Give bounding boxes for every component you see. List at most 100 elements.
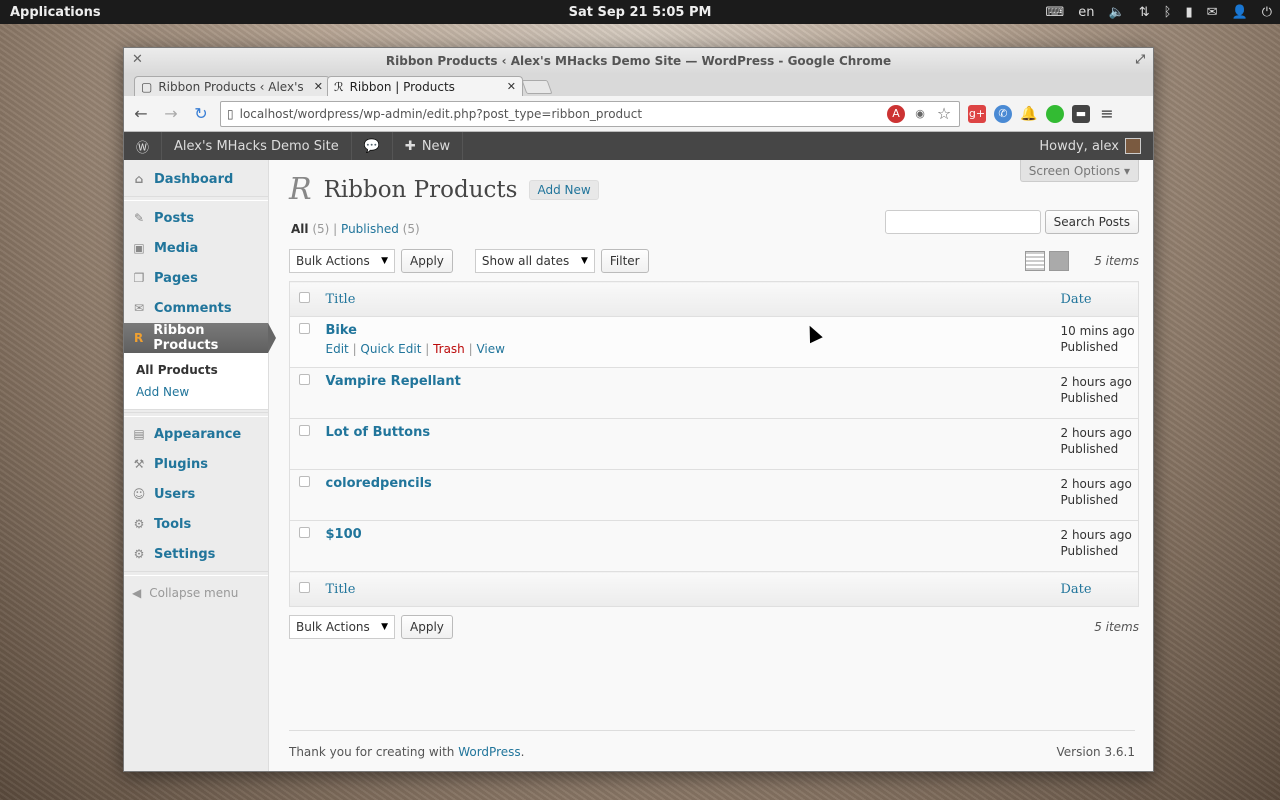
my-account-menu[interactable]: Howdy, alex <box>1039 132 1141 160</box>
incognito-icon[interactable]: ▬ <box>1072 104 1090 123</box>
add-new-button[interactable]: Add New <box>529 179 599 200</box>
submenu-add-new[interactable]: Add New <box>136 381 268 403</box>
menu-ribbon-products[interactable]: R Ribbon Products <box>124 323 276 353</box>
window-close-icon[interactable]: ✕ <box>132 52 143 67</box>
column-date[interactable]: Date <box>1060 571 1139 607</box>
address-bar[interactable]: ▯ localhost/wordpress/wp-admin/edit.php?… <box>220 100 960 127</box>
power-icon[interactable]: ⏻ <box>1262 5 1272 20</box>
volume-icon[interactable]: 🔈 <box>1109 5 1125 20</box>
date-filter-select[interactable]: Show all dates ▼ <box>474 249 595 273</box>
menu-users[interactable]: ☺ Users <box>124 479 268 509</box>
applications-menu[interactable]: Applications <box>0 5 260 20</box>
menu-media[interactable]: ▣ Media <box>124 233 268 263</box>
new-content-button[interactable]: ✚ New <box>393 132 464 160</box>
collapse-menu-button[interactable]: ◀ Collapse menu <box>124 578 268 608</box>
menu-appearance[interactable]: ▤ Appearance <box>124 419 268 449</box>
column-title[interactable]: Title <box>325 571 1061 607</box>
battery-icon[interactable]: ▮ <box>1185 5 1192 20</box>
post-date: 2 hours ago <box>1060 477 1132 491</box>
green-extension-icon[interactable] <box>1046 104 1064 123</box>
wordpress-link[interactable]: WordPress <box>458 745 520 759</box>
row-checkbox[interactable] <box>299 374 310 385</box>
post-title-link[interactable]: Vampire Repellant <box>326 374 1061 389</box>
excerpt-view-icon[interactable] <box>1049 251 1069 271</box>
bookmark-star-icon[interactable]: ☆ <box>935 104 953 123</box>
comments-bubble-icon[interactable]: 💬 <box>352 132 393 160</box>
row-checkbox[interactable] <box>299 476 310 487</box>
post-title-link[interactable]: Bike <box>326 323 1061 338</box>
bulk-actions-select[interactable]: Bulk Actions ▼ <box>289 249 395 273</box>
column-title[interactable]: Title <box>325 281 1061 317</box>
ribbon-products-submenu: All Products Add New <box>124 353 268 410</box>
menu-comments[interactable]: ✉ Comments <box>124 293 268 323</box>
keyboard-icon[interactable]: ⌨ <box>1046 5 1065 20</box>
post-title-link[interactable]: coloredpencils <box>326 476 1061 491</box>
filter-published[interactable]: Published <box>341 222 399 236</box>
search-input[interactable] <box>884 210 1041 234</box>
select-all-checkbox[interactable] <box>299 291 310 303</box>
apply-button[interactable]: Apply <box>401 615 453 639</box>
wordpress-logo-icon[interactable]: Ⓦ <box>124 132 163 160</box>
menu-label: Appearance <box>154 426 242 442</box>
apply-button[interactable]: Apply <box>401 249 453 273</box>
list-view-icon[interactable] <box>1025 251 1045 271</box>
language-indicator[interactable]: en <box>1078 5 1094 20</box>
menu-pages[interactable]: ❐ Pages <box>124 263 268 293</box>
broadcast-icon[interactable]: ◉ <box>911 105 929 123</box>
reload-icon[interactable]: ↻ <box>190 103 212 125</box>
tab-close-icon[interactable]: ✕ <box>314 80 323 93</box>
menu-posts[interactable]: ✎ Posts <box>124 203 268 233</box>
notification-bell-icon[interactable]: 🔔 <box>1020 105 1038 123</box>
tablenav-bottom: Bulk Actions ▼ Apply 5 items <box>289 615 1139 639</box>
column-date[interactable]: Date <box>1060 281 1139 317</box>
back-icon[interactable]: ← <box>130 103 152 125</box>
row-checkbox[interactable] <box>299 527 310 538</box>
menu-label: Comments <box>154 300 232 316</box>
submenu-all-products[interactable]: All Products <box>136 359 268 381</box>
bluetooth-icon[interactable]: ᛒ <box>1164 5 1172 20</box>
menu-plugins[interactable]: ⚒ Plugins <box>124 449 268 479</box>
title-cell: coloredpencils <box>325 469 1061 521</box>
select-all-checkbox[interactable] <box>299 581 310 593</box>
bulk-actions-select[interactable]: Bulk Actions ▼ <box>289 615 395 639</box>
window-maximize-icon[interactable]: ⤢ <box>1135 52 1145 67</box>
post-status: Published <box>1060 340 1119 354</box>
google-plus-icon[interactable]: g+ <box>968 104 986 123</box>
filter-published-count: (5) <box>402 222 420 236</box>
post-date: 2 hours ago <box>1060 375 1132 389</box>
row-actions: Edit | Quick Edit | Trash | View <box>325 342 505 356</box>
search-posts-button[interactable]: Search Posts <box>1044 210 1139 234</box>
view-link[interactable]: View <box>476 342 504 356</box>
tab-ribbon-products-store[interactable]: ℛ Ribbon | Products ✕ <box>327 76 523 96</box>
title-cell: Lot of Buttons <box>325 418 1061 470</box>
window-titlebar[interactable]: ✕ Ribbon Products ‹ Alex's MHacks Demo S… <box>124 48 1153 74</box>
filter-all[interactable]: All <box>291 222 309 236</box>
edit-link[interactable]: Edit <box>326 342 349 356</box>
window-title: Ribbon Products ‹ Alex's MHacks Demo Sit… <box>385 54 892 68</box>
adblock-icon[interactable]: A <box>887 104 905 123</box>
filter-button[interactable]: Filter <box>600 249 649 273</box>
tab-close-icon[interactable]: ✕ <box>507 80 516 93</box>
quick-edit-link[interactable]: Quick Edit <box>360 342 421 356</box>
screen-options-button[interactable]: Screen Options ▾ <box>1019 160 1139 182</box>
phone-icon[interactable]: ✆ <box>994 104 1012 123</box>
post-title-link[interactable]: Lot of Buttons <box>326 425 1061 440</box>
menu-tools[interactable]: ⚙ Tools <box>124 509 268 539</box>
menu-dashboard[interactable]: ⌂ Dashboard <box>124 164 268 194</box>
tab-ribbon-products[interactable]: ▢ Ribbon Products ‹ Alex's M ✕ <box>134 76 330 96</box>
row-checkbox[interactable] <box>299 425 310 436</box>
site-name-link[interactable]: Alex's MHacks Demo Site <box>162 132 352 160</box>
new-tab-button[interactable] <box>521 80 553 94</box>
search-box: Search Posts <box>884 210 1139 234</box>
post-title-link[interactable]: $100 <box>326 527 1061 542</box>
network-icon[interactable]: ⇅ <box>1139 5 1150 20</box>
forward-icon[interactable]: → <box>160 103 182 125</box>
menu-icon[interactable]: ≡ <box>1098 104 1116 123</box>
tab-strip: ▢ Ribbon Products ‹ Alex's M ✕ ℛ Ribbon … <box>124 74 1153 96</box>
mail-icon[interactable]: ✉ <box>1207 5 1218 20</box>
menu-settings[interactable]: ⚙ Settings <box>124 539 268 569</box>
collapse-arrow-icon: ◀ <box>132 586 142 600</box>
row-checkbox[interactable] <box>299 323 310 334</box>
trash-link[interactable]: Trash <box>433 342 465 356</box>
user-icon[interactable]: 👤 <box>1232 5 1248 20</box>
